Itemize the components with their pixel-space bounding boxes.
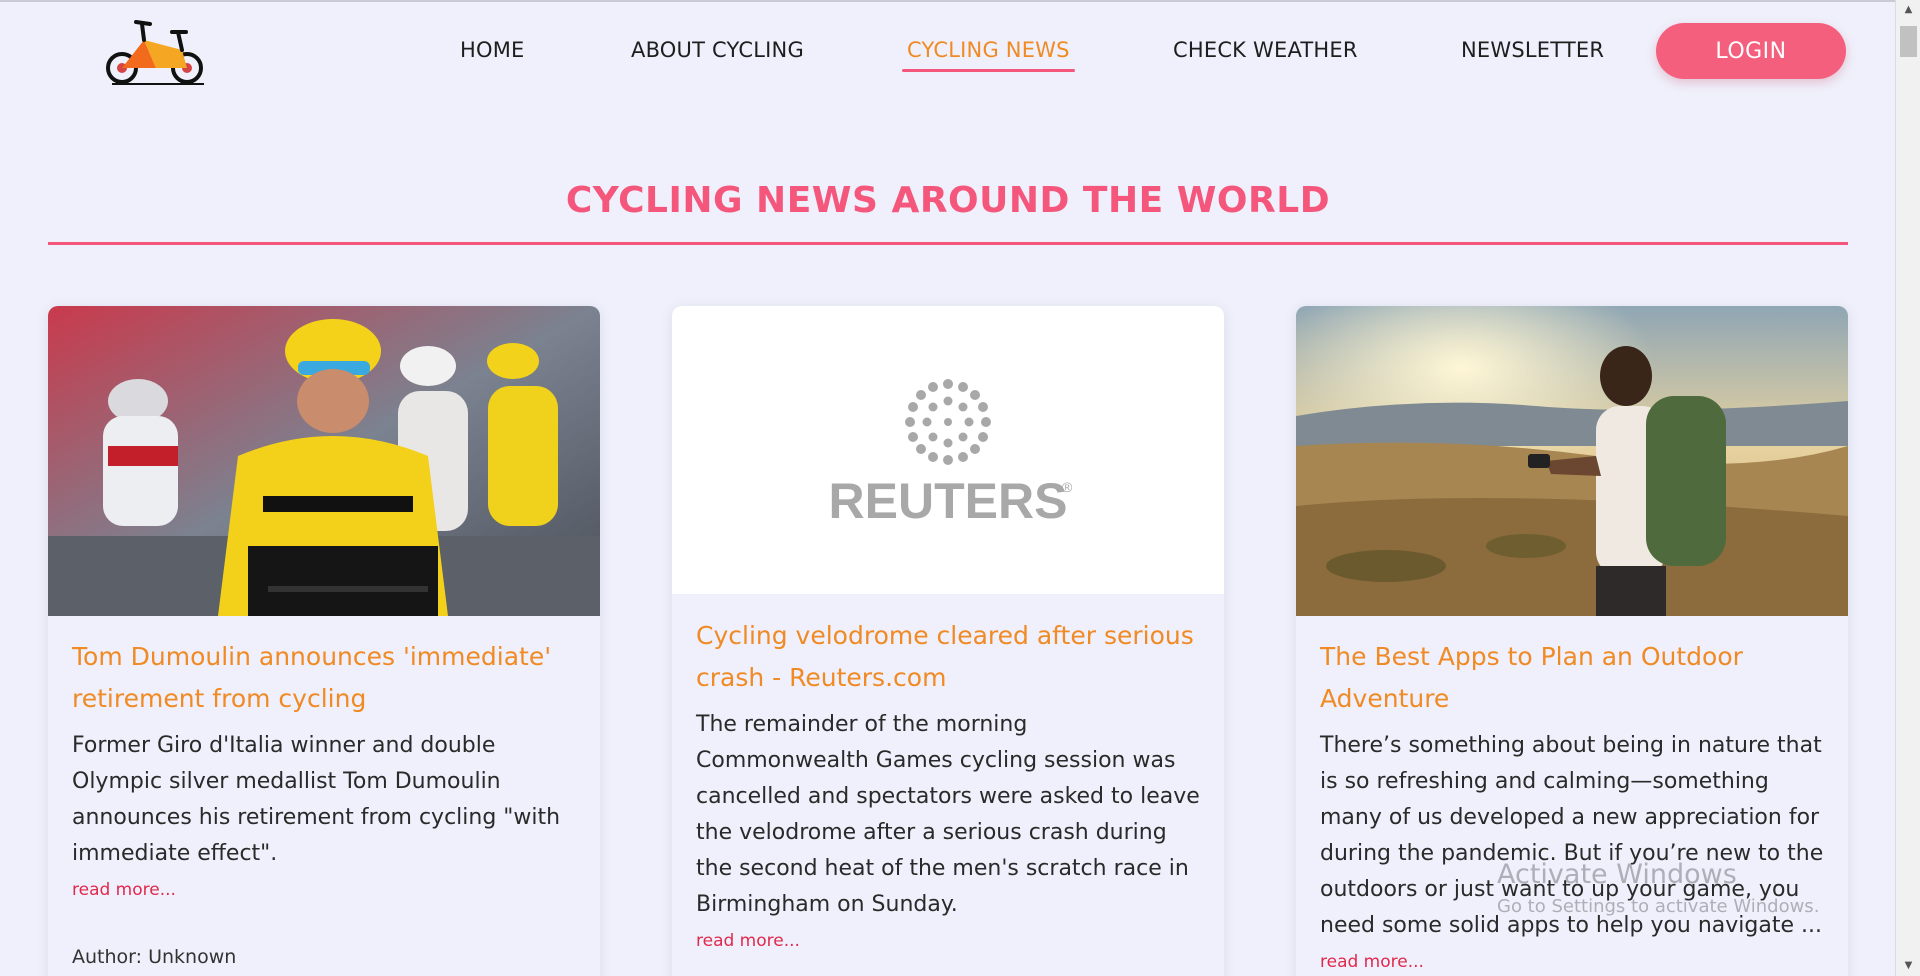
news-card: The Best Apps to Plan an Outdoor Adventu… <box>1296 306 1848 976</box>
news-card: Tom Dumoulin announces 'immediate' retir… <box>48 306 600 976</box>
news-card: REUTERS ® Cycling velodrome cleared afte… <box>672 306 1224 976</box>
login-button[interactable]: LOGIN <box>1656 23 1846 79</box>
page: HOME ABOUT CYCLING CYCLING NEWS CHECK WE… <box>0 0 1895 976</box>
article-title[interactable]: The Best Apps to Plan an Outdoor Adventu… <box>1320 636 1828 720</box>
article-description: There’s something about being in nature … <box>1320 733 1824 938</box>
article-description: Former Giro d'Italia winner and double O… <box>72 733 561 866</box>
card-body: Tom Dumoulin announces 'immediate' retir… <box>72 636 580 968</box>
cyclists-race-photo[interactable] <box>48 306 600 616</box>
scroll-down-icon[interactable]: ▼ <box>1896 956 1920 976</box>
reuters-logo-text: REUTERS <box>829 473 1068 529</box>
card-body: Cycling velodrome cleared after serious … <box>696 615 1204 951</box>
vertical-scrollbar[interactable]: ▲ ▼ <box>1895 0 1920 976</box>
read-more-link[interactable]: read more... <box>72 880 580 900</box>
reuters-logo-image[interactable]: REUTERS ® <box>672 306 1224 594</box>
svg-text:®: ® <box>1062 479 1073 495</box>
nav-check-weather[interactable]: CHECK WEATHER <box>1173 38 1358 62</box>
nav-newsletter[interactable]: NEWSLETTER <box>1461 38 1604 62</box>
scroll-up-icon[interactable]: ▲ <box>1896 0 1920 20</box>
read-more-link[interactable]: read more... <box>696 931 1204 951</box>
card-body: The Best Apps to Plan an Outdoor Adventu… <box>1320 636 1828 972</box>
bicycle-logo-icon[interactable] <box>104 10 210 88</box>
nav-home[interactable]: HOME <box>460 38 525 62</box>
article-title[interactable]: Cycling velodrome cleared after serious … <box>696 615 1204 699</box>
top-border <box>0 0 1895 2</box>
article-author: Author: Unknown <box>72 946 237 968</box>
title-divider <box>48 242 1848 245</box>
nav-cycling-news[interactable]: CYCLING NEWS <box>902 38 1075 72</box>
nav-about-cycling[interactable]: ABOUT CYCLING <box>631 38 804 62</box>
article-title[interactable]: Tom Dumoulin announces 'immediate' retir… <box>72 636 580 720</box>
scrollbar-thumb[interactable] <box>1900 26 1917 57</box>
page-title: CYCLING NEWS AROUND THE WORLD <box>565 180 1331 221</box>
read-more-link[interactable]: read more... <box>1320 952 1828 972</box>
article-description: The remainder of the morning Commonwealt… <box>696 712 1200 917</box>
hiker-with-phone-photo[interactable] <box>1296 306 1848 616</box>
